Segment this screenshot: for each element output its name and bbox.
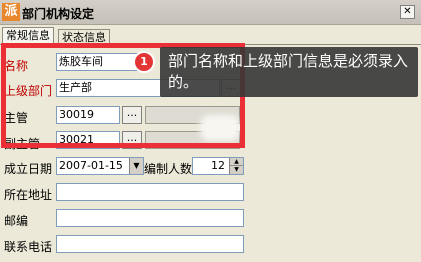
headcount-label: 编制人数 [144, 162, 193, 176]
tooltip-text: 部门名称和上级部门信息是必须录入的。 [168, 52, 409, 91]
close-button[interactable]: ✕ [400, 5, 415, 19]
chevron-down-icon[interactable]: ▼ [129, 158, 143, 174]
app-icon: 派 [2, 3, 20, 21]
phone-field[interactable] [56, 235, 244, 253]
postcode-label: 邮编 [4, 214, 29, 228]
window-title: 部门机构设定 [22, 7, 95, 21]
spin-down-icon[interactable]: ▼ [230, 166, 243, 174]
headcount-stepper[interactable]: 12 ▲ ▼ [192, 157, 244, 175]
guide-tooltip: 部门名称和上级部门信息是必须录入的。 [160, 47, 418, 97]
headcount-value: 12 [211, 159, 225, 172]
address-label: 所在地址 [4, 188, 53, 202]
established-date-value: 2007-01-15 [59, 159, 123, 172]
title-bar: 派 部门机构设定 ✕ [0, 0, 421, 25]
established-date-picker[interactable]: 2007-01-15 ▼ [56, 157, 144, 175]
address-field[interactable] [56, 183, 244, 201]
postcode-field[interactable] [56, 209, 244, 227]
step-badge: 1 [133, 51, 155, 73]
phone-label: 联系电话 [4, 240, 53, 254]
spin-up-icon[interactable]: ▲ [230, 158, 243, 166]
established-date-label: 成立日期 [4, 162, 53, 176]
